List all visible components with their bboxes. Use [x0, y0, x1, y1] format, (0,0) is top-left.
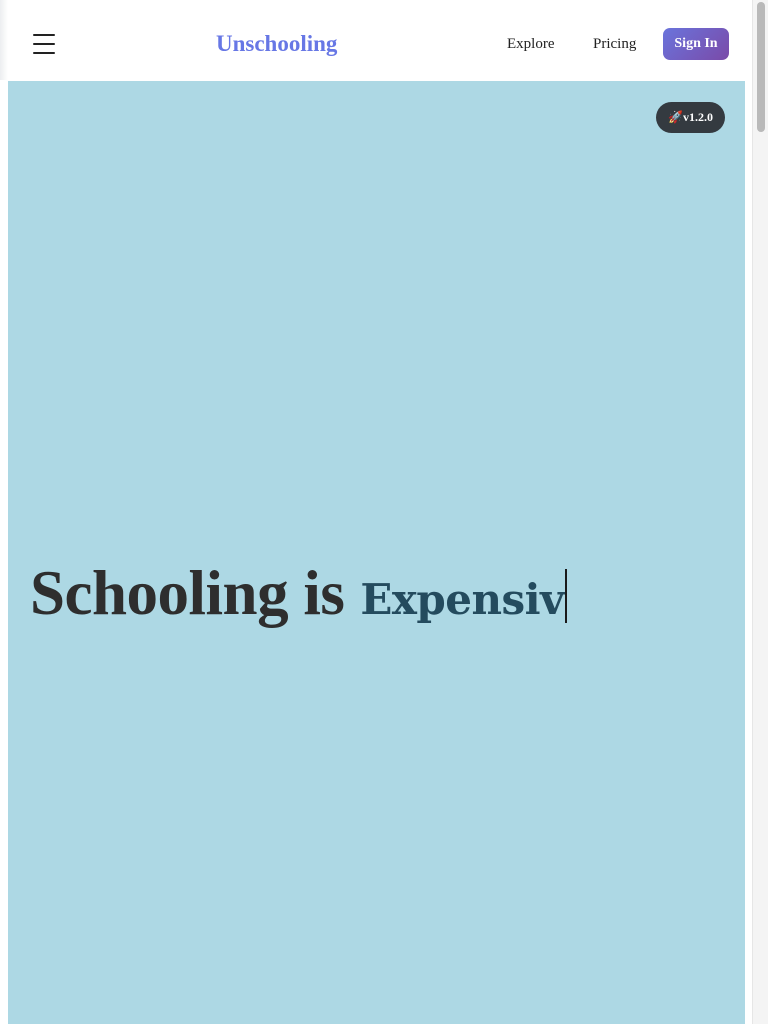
nav-link-explore[interactable]: Explore	[507, 34, 554, 54]
typed-word: Expensiv	[360, 575, 565, 624]
vertical-scrollbar[interactable]	[752, 0, 768, 1024]
menu-bar-middle	[33, 43, 55, 45]
version-badge: 🚀v1.2.0	[656, 102, 725, 133]
hamburger-menu-icon[interactable]	[33, 34, 55, 54]
scrollbar-thumb[interactable]	[757, 2, 765, 132]
hero-headline: Schooling is Expensiv	[30, 555, 568, 638]
page: Unschooling Explore Pricing Sign In 🚀v1.…	[0, 0, 768, 1024]
sign-in-button[interactable]: Sign In	[663, 28, 729, 60]
headline-typed-text: Expensiv	[360, 562, 568, 638]
top-navbar: Unschooling Explore Pricing Sign In	[0, 0, 752, 80]
headline-static-text: Schooling is	[30, 558, 345, 628]
nav-link-pricing[interactable]: Pricing	[593, 34, 636, 54]
hero-section: 🚀v1.2.0 Schooling is Expensiv	[8, 81, 745, 1024]
menu-bar-bottom	[33, 52, 55, 54]
typing-caret	[565, 569, 568, 623]
brand-logo-link[interactable]: Unschooling	[216, 28, 337, 60]
menu-bar-top	[33, 34, 55, 36]
